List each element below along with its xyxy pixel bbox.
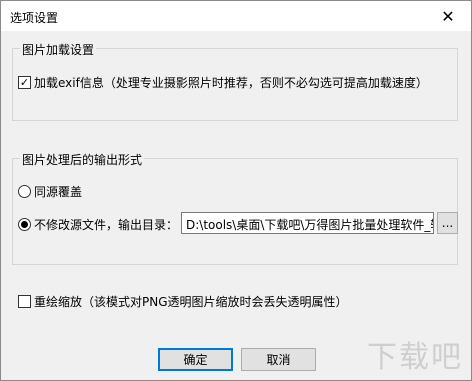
window-title: 选项设置 xyxy=(10,11,59,25)
watermark-logo: 下载吧 xyxy=(367,340,463,375)
loading-settings-title: 图片加载设置 xyxy=(20,41,97,58)
radio-output-dir-label: 不修改源文件，输出目录： xyxy=(34,218,179,232)
redraw-checkbox-label: 重绘缩放（该模式对PNG透明图片缩放时会丢失透明属性） xyxy=(34,295,348,309)
close-button[interactable]: ✕ xyxy=(425,1,471,31)
output-path-input[interactable]: D:\tools\桌面\下载吧\万得图片批量处理软件_输 xyxy=(181,212,434,234)
browse-button[interactable]: ... xyxy=(437,212,458,234)
radio-overwrite[interactable] xyxy=(18,185,31,198)
radio-output-dir[interactable] xyxy=(18,218,31,231)
radio-overwrite-label: 同源覆盖 xyxy=(34,185,83,199)
radio-overwrite-row[interactable]: 同源覆盖 xyxy=(18,183,82,200)
title-bar: 选项设置 ✕ xyxy=(1,1,471,31)
redraw-checkbox-row[interactable]: 重绘缩放（该模式对PNG透明图片缩放时会丢失透明属性） xyxy=(18,293,348,310)
ok-button[interactable]: 确定 xyxy=(158,348,233,371)
exif-checkbox[interactable]: ✓ xyxy=(18,76,31,89)
cancel-button[interactable]: 取消 xyxy=(241,348,316,371)
exif-checkbox-row[interactable]: ✓ 加载exif信息（处理专业摄影照片时推荐，否则不必勾选可提高加载速度） xyxy=(18,74,428,91)
output-settings-title: 图片处理后的输出形式 xyxy=(20,151,145,168)
radio-selected-dot xyxy=(21,221,28,228)
radio-output-dir-row[interactable]: 不修改源文件，输出目录： xyxy=(18,216,178,233)
options-dialog: 选项设置 ✕ 图片加载设置 ✓ 加载exif信息（处理专业摄影照片时推荐，否则不… xyxy=(0,0,472,381)
exif-checkbox-label: 加载exif信息（处理专业摄影照片时推荐，否则不必勾选可提高加载速度） xyxy=(34,76,428,90)
close-icon: ✕ xyxy=(441,6,455,26)
redraw-checkbox[interactable] xyxy=(18,295,31,308)
check-mark-icon: ✓ xyxy=(19,76,30,89)
